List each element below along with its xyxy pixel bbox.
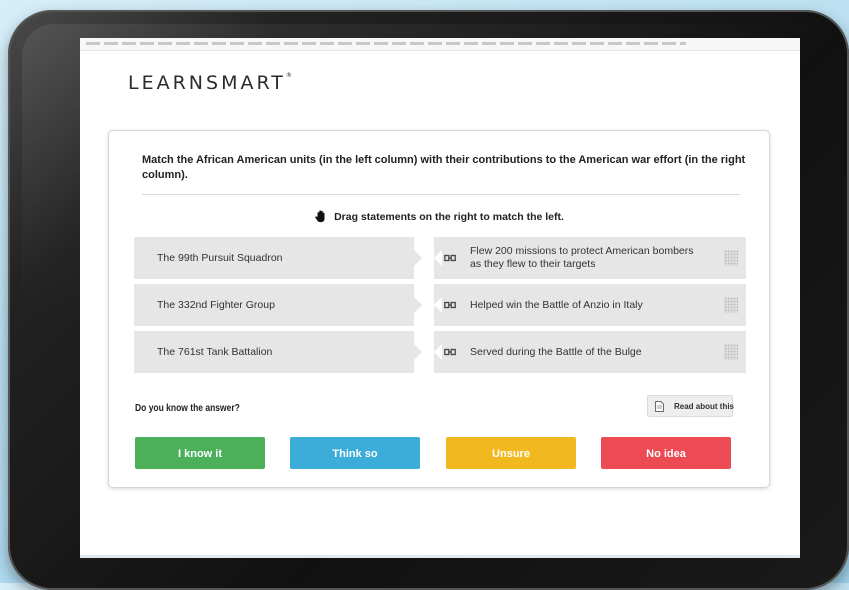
bottom-edge bbox=[80, 555, 800, 558]
left-statement: The 761st Tank Battalion bbox=[134, 331, 422, 373]
instruction-text: Drag statements on the right to match th… bbox=[334, 211, 564, 223]
match-row: The 332nd Fighter Group Helped win the B… bbox=[134, 284, 746, 326]
learnsmart-logo: LEARNSMART® bbox=[128, 72, 292, 94]
divider bbox=[142, 194, 740, 195]
no-idea-button[interactable]: No idea bbox=[601, 437, 731, 469]
logo-text: LEARNSMART bbox=[128, 72, 286, 94]
unsure-button[interactable]: Unsure bbox=[446, 437, 576, 469]
drag-grip-icon[interactable] bbox=[724, 344, 738, 360]
registered-mark: ® bbox=[285, 72, 292, 79]
question-prompt: Match the African American units (in the… bbox=[142, 154, 746, 181]
match-row: The 99th Pursuit Squadron Flew 200 missi… bbox=[134, 237, 746, 279]
draggable-statement[interactable]: Served during the Battle of the Bulge bbox=[434, 331, 746, 373]
right-statement-text: Helped win the Battle of Anzio in Italy bbox=[470, 298, 643, 311]
draggable-statement[interactable]: Helped win the Battle of Anzio in Italy bbox=[434, 284, 746, 326]
left-statement: The 332nd Fighter Group bbox=[134, 284, 422, 326]
link-icon bbox=[444, 348, 456, 356]
match-row: The 761st Tank Battalion Served during t… bbox=[134, 331, 746, 373]
drag-instruction: Drag statements on the right to match th… bbox=[109, 209, 769, 223]
left-statement: The 99th Pursuit Squadron bbox=[134, 237, 422, 279]
drag-grip-icon[interactable] bbox=[724, 250, 738, 266]
link-icon bbox=[444, 254, 456, 262]
read-about-label: Read about this bbox=[674, 402, 735, 411]
think-so-button[interactable]: Think so bbox=[290, 437, 420, 469]
read-about-this-button[interactable]: Read about this bbox=[647, 395, 735, 417]
question-card: Match the African American units (in the… bbox=[108, 130, 770, 488]
app-screen: LEARNSMART® Match the African American u… bbox=[80, 38, 800, 558]
hand-icon bbox=[315, 210, 325, 223]
browser-address-strip bbox=[80, 38, 800, 51]
drag-grip-icon[interactable] bbox=[724, 297, 738, 313]
document-icon bbox=[655, 401, 664, 412]
i-know-it-button[interactable]: I know it bbox=[135, 437, 265, 469]
right-statement-text: Served during the Battle of the Bulge bbox=[470, 345, 642, 358]
draggable-statement[interactable]: Flew 200 missions to protect American bo… bbox=[434, 237, 746, 279]
confidence-prompt: Do you know the answer? bbox=[135, 403, 240, 414]
link-icon bbox=[444, 301, 456, 309]
right-statement-text: Flew 200 missions to protect American bo… bbox=[470, 245, 694, 270]
